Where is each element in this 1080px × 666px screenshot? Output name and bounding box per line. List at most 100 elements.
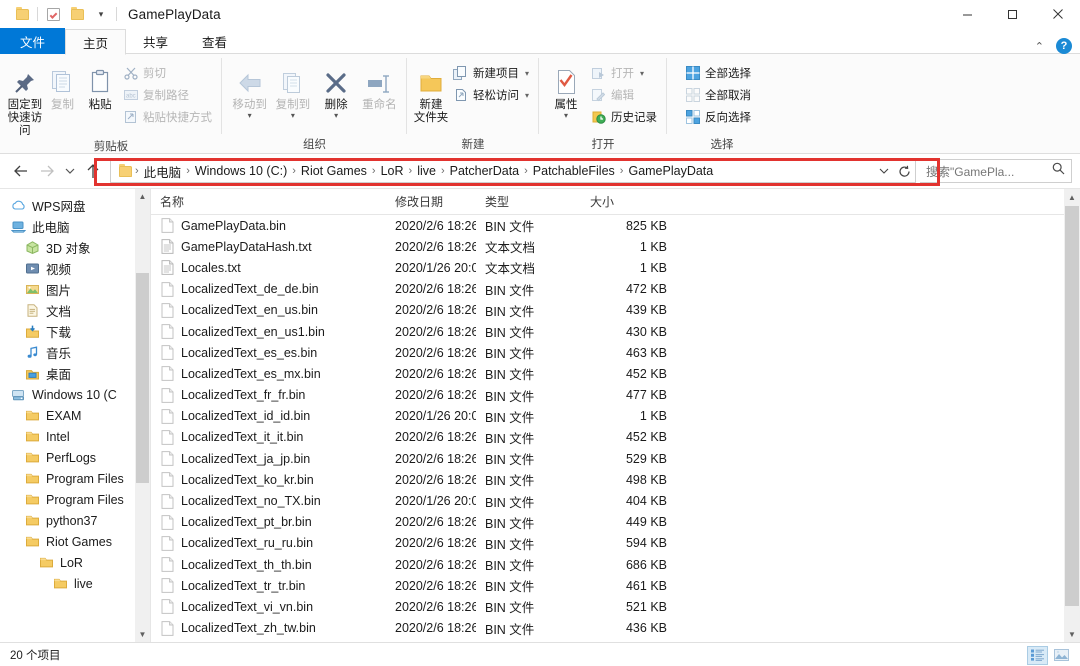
new-folder-button[interactable]: 新建文件夹 [413,58,449,125]
table-row[interactable]: LocalizedText_ja_jp.bin2020/2/6 18:26BIN… [151,448,1080,469]
address-bar[interactable]: › 此电脑 › Windows 10 (C:) › Riot Games › L… [110,159,916,183]
file-list-scroll-thumb[interactable] [1065,206,1079,606]
properties-check-icon[interactable] [41,0,65,28]
file-name-cell[interactable]: LocalizedText_de_de.bin [151,281,386,297]
sidebar-item-11[interactable]: Intel [0,426,150,447]
table-row[interactable]: LocalizedText_no_TX.bin2020/1/26 20:04BI… [151,490,1080,511]
file-name-cell[interactable]: LocalizedText_pt_br.bin [151,514,386,530]
sidebar-item-8[interactable]: 桌面 [0,363,150,384]
chevron-up-icon[interactable]: ⌃ [1035,40,1044,53]
sidebar-item-10[interactable]: EXAM [0,405,150,426]
chevron-down-icon[interactable]: ▾ [89,0,113,28]
folder-icon[interactable] [10,0,34,28]
table-row[interactable]: LocalizedText_es_es.bin2020/2/6 18:26BIN… [151,342,1080,363]
file-name-cell[interactable]: LocalizedText_zh_tw.bin [151,620,386,636]
new-folder-icon[interactable] [65,0,89,28]
forward-arrow-icon[interactable] [34,158,60,184]
chevron-down-icon[interactable]: ▾ [525,69,529,78]
pin-to-quick-access-button[interactable]: 固定到快速访问 [6,58,44,138]
select-all-button[interactable]: 全部选择 [681,63,755,83]
chevron-down-icon[interactable]: ▾ [291,113,295,119]
chevron-down-icon[interactable]: ▾ [248,113,252,119]
table-row[interactable]: LocalizedText_pt_br.bin2020/2/6 18:26BIN… [151,512,1080,533]
copy-path-button[interactable]: abc 复制路径 [119,85,216,105]
table-row[interactable]: LocalizedText_ru_ru.bin2020/2/6 18:26BIN… [151,533,1080,554]
maximize-icon[interactable] [990,0,1035,28]
open-button[interactable]: 打开 ▾ [587,63,661,83]
navigation-scrollbar[interactable]: ▲ ▼ [135,189,150,642]
back-arrow-icon[interactable] [8,158,34,184]
scroll-down-icon[interactable]: ▼ [1064,626,1080,642]
properties-button[interactable]: 属性 ▾ [545,58,587,119]
file-name-cell[interactable]: LocalizedText_tr_tr.bin [151,578,386,594]
table-row[interactable]: GamePlayData.bin2020/2/6 18:26BIN 文件825 … [151,215,1080,236]
sidebar-item-5[interactable]: 文档 [0,300,150,321]
file-name-cell[interactable]: LocalizedText_es_mx.bin [151,366,386,382]
sidebar-item-14[interactable]: Program Files [0,489,150,510]
table-row[interactable]: LocalizedText_th_th.bin2020/2/6 18:26BIN… [151,554,1080,575]
table-row[interactable]: LocalizedText_es_mx.bin2020/2/6 18:26BIN… [151,363,1080,384]
new-item-button[interactable]: 新建项目 ▾ [449,63,533,83]
table-row[interactable]: Locales.txt2020/1/26 20:04文本文档1 KB [151,257,1080,278]
thumbnails-view-icon[interactable] [1051,646,1072,665]
history-button[interactable]: 历史记录 [587,107,661,127]
breadcrumb-item-4[interactable]: live [413,164,440,178]
table-row[interactable]: LocalizedText_de_de.bin2020/2/6 18:26BIN… [151,279,1080,300]
column-header-name[interactable]: 名称 [151,193,386,210]
delete-button[interactable]: 删除 ▾ [315,58,358,119]
chevron-down-icon[interactable] [875,160,893,182]
sidebar-item-6[interactable]: 下载 [0,321,150,342]
breadcrumb-item-3[interactable]: LoR [377,164,408,178]
scroll-up-icon[interactable]: ▲ [1064,189,1080,205]
chevron-down-icon[interactable]: ▾ [564,113,568,119]
file-name-cell[interactable]: LocalizedText_it_it.bin [151,429,386,445]
file-name-cell[interactable]: LocalizedText_vi_vn.bin [151,599,386,615]
table-row[interactable]: LocalizedText_ko_kr.bin2020/2/6 18:26BIN… [151,469,1080,490]
paste-button[interactable]: 粘贴 [81,58,119,112]
sidebar-item-1[interactable]: 此电脑 [0,216,150,237]
table-row[interactable]: LocalizedText_en_us1.bin2020/2/6 18:26BI… [151,321,1080,342]
breadcrumb-item-0[interactable]: 此电脑 [140,162,186,181]
search-input[interactable]: 搜索"GamePla... [926,163,1052,180]
table-row[interactable]: LocalizedText_zh_tw.bin2020/2/6 18:26BIN… [151,618,1080,639]
file-name-cell[interactable]: Locales.txt [151,260,386,276]
breadcrumb-item-6[interactable]: PatchableFiles [529,164,619,178]
table-row[interactable]: LocalizedText_en_us.bin2020/2/6 18:26BIN… [151,300,1080,321]
file-name-cell[interactable]: GamePlayDataHash.txt [151,239,386,255]
file-name-cell[interactable]: LocalizedText_ru_ru.bin [151,535,386,551]
tab-view[interactable]: 查看 [185,28,244,54]
refresh-icon[interactable] [895,160,913,182]
navigation-scroll-thumb[interactable] [136,273,149,483]
sidebar-item-9[interactable]: Windows 10 (C [0,384,150,405]
up-arrow-icon[interactable] [80,158,106,184]
table-row[interactable]: LocalizedText_tr_tr.bin2020/2/6 18:26BIN… [151,575,1080,596]
sidebar-item-3[interactable]: 视频 [0,258,150,279]
file-name-cell[interactable]: LocalizedText_ja_jp.bin [151,451,386,467]
breadcrumb-item-5[interactable]: PatcherData [446,164,523,178]
search-icon[interactable] [1052,162,1065,180]
file-name-cell[interactable]: LocalizedText_fr_fr.bin [151,387,386,403]
paste-shortcut-button[interactable]: 粘贴快捷方式 [119,107,216,127]
file-name-cell[interactable]: LocalizedText_en_us1.bin [151,324,386,340]
sidebar-item-7[interactable]: 音乐 [0,342,150,363]
edit-button[interactable]: 编辑 [587,85,661,105]
sidebar-item-4[interactable]: 图片 [0,279,150,300]
table-row[interactable]: GamePlayDataHash.txt2020/2/6 18:26文本文档1 … [151,236,1080,257]
cut-button[interactable]: 剪切 [119,63,216,83]
file-name-cell[interactable]: LocalizedText_id_id.bin [151,408,386,424]
column-header-date[interactable]: 修改日期 [386,193,476,210]
breadcrumb-item-2[interactable]: Riot Games [297,164,371,178]
file-list-scrollbar[interactable]: ▲ ▼ [1064,189,1080,642]
chevron-down-icon[interactable]: ▾ [525,91,529,100]
help-icon[interactable]: ? [1056,38,1072,54]
tab-home[interactable]: 主页 [65,29,126,55]
sidebar-item-16[interactable]: Riot Games [0,531,150,552]
file-name-cell[interactable]: GamePlayData.bin [151,218,386,234]
column-header-type[interactable]: 类型 [476,193,581,210]
sidebar-item-17[interactable]: LoR [0,552,150,573]
move-to-button[interactable]: 移动到 ▾ [228,58,271,119]
copy-to-button[interactable]: 复制到 ▾ [271,58,314,119]
file-name-cell[interactable]: LocalizedText_th_th.bin [151,557,386,573]
sidebar-item-18[interactable]: live [0,573,150,594]
recent-locations-icon[interactable] [60,158,80,184]
